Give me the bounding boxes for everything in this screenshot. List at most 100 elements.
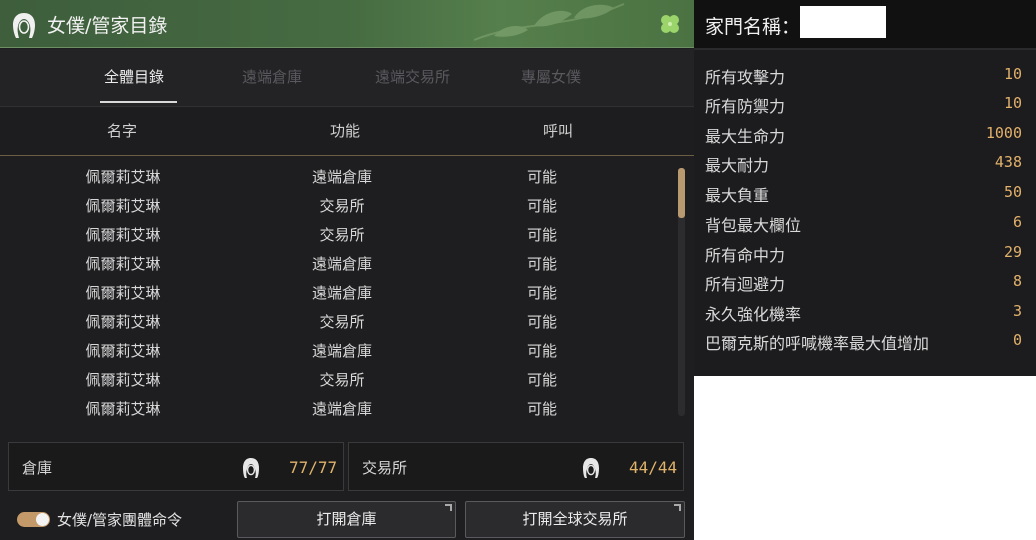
open-global-market-label: 打開全球交易所: [522, 510, 628, 528]
stat-row: 所有防禦力 10: [694, 88, 1036, 118]
leaf-decoration: [473, 3, 625, 41]
stat-name: 永久強化機率: [705, 305, 802, 324]
maid-name: 佩爾莉艾琳: [85, 197, 161, 215]
maid-list: 佩爾莉艾琳 遠端倉庫 可能 佩爾莉艾琳 交易所 可能 佩爾莉艾琳 交易所 可能 …: [0, 160, 694, 430]
maid-icon: [243, 458, 259, 478]
maid-function: 遠端倉庫: [311, 284, 373, 302]
maid-call-status: 可能: [526, 168, 558, 186]
stat-name: 最大耐力: [705, 156, 770, 175]
stat-row: 最大生命力 1000: [694, 118, 1036, 148]
stat-row: 最大耐力 438: [694, 147, 1036, 177]
divider: [694, 48, 1036, 50]
table-row[interactable]: 佩爾莉艾琳 交易所 可能: [0, 306, 670, 335]
stat-value: 1000: [985, 124, 1022, 142]
maid-call-status: 可能: [526, 371, 558, 389]
maid-function: 交易所: [319, 226, 365, 244]
tab-all-catalog[interactable]: 全體目錄: [104, 66, 164, 87]
maid-function: 遠端倉庫: [311, 255, 373, 273]
table-row[interactable]: 佩爾莉艾琳 交易所 可能: [0, 190, 670, 219]
stat-name: 最大生命力: [705, 127, 786, 146]
column-header-call: 呼叫: [542, 122, 574, 140]
stat-value: 29: [1003, 243, 1022, 261]
maid-icon: [583, 458, 599, 478]
warehouse-count-box: 倉庫 77/77: [8, 442, 344, 491]
family-name-redacted: [800, 6, 886, 38]
group-command-toggle[interactable]: [17, 512, 50, 527]
stat-name: 巴爾克斯的呼喊機率最大值增加: [705, 334, 930, 353]
maid-name: 佩爾莉艾琳: [85, 255, 161, 273]
external-link-icon: [445, 504, 452, 511]
market-count-label: 交易所: [362, 459, 408, 477]
market-count-box: 交易所 44/44: [348, 442, 684, 491]
maid-call-status: 可能: [526, 313, 558, 331]
table-row[interactable]: 佩爾莉艾琳 遠端倉庫 可能: [0, 161, 670, 190]
stat-name: 背包最大欄位: [705, 216, 802, 235]
maid-function: 遠端倉庫: [311, 400, 373, 418]
family-stats-panel: 家門名稱： 所有攻擊力 10 所有防禦力 10 最大生命力 1000 最大耐力 …: [694, 0, 1036, 376]
maid-call-status: 可能: [526, 226, 558, 244]
tab-bar: 全體目錄 遠端倉庫 遠端交易所 專屬女僕: [0, 49, 694, 107]
maid-name: 佩爾莉艾琳: [85, 226, 161, 244]
maid-icon: [13, 13, 35, 38]
maid-call-status: 可能: [526, 342, 558, 360]
tab-remote-warehouse[interactable]: 遠端倉庫: [242, 66, 302, 87]
stat-row: 背包最大欄位 6: [694, 207, 1036, 237]
maid-function: 遠端倉庫: [311, 342, 373, 360]
maid-function: 交易所: [319, 313, 365, 331]
maid-call-status: 可能: [526, 197, 558, 215]
tab-remote-market[interactable]: 遠端交易所: [375, 66, 450, 87]
maid-function: 遠端倉庫: [311, 168, 373, 186]
column-header-name: 名字: [106, 122, 138, 140]
maid-function: 交易所: [319, 197, 365, 215]
family-name-label: 家門名稱：: [705, 16, 801, 38]
stat-value: 10: [1003, 65, 1022, 83]
stat-name: 所有防禦力: [705, 97, 786, 116]
group-command-label: 女僕/管家團體命令: [57, 511, 183, 529]
maid-name: 佩爾莉艾琳: [85, 342, 161, 360]
warehouse-count-label: 倉庫: [22, 459, 53, 477]
stat-row: 最大負重 50: [694, 177, 1036, 207]
maid-name: 佩爾莉艾琳: [85, 168, 161, 186]
window-title: 女僕/管家目錄: [47, 15, 168, 37]
scrollbar-thumb[interactable]: [678, 168, 685, 218]
stat-value: 8: [1012, 272, 1022, 290]
clover-icon[interactable]: [658, 12, 682, 36]
column-header-function: 功能: [329, 122, 361, 140]
open-warehouse-label: 打開倉庫: [316, 510, 377, 528]
open-warehouse-button[interactable]: 打開倉庫: [237, 501, 456, 538]
window-header: 女僕/管家目錄: [0, 0, 694, 48]
table-row[interactable]: 佩爾莉艾琳 交易所 可能: [0, 364, 670, 393]
table-row[interactable]: 佩爾莉艾琳 遠端倉庫 可能: [0, 277, 670, 306]
maid-name: 佩爾莉艾琳: [85, 284, 161, 302]
stat-row: 巴爾克斯的呼喊機率最大值增加 0: [694, 325, 1036, 355]
stat-row: 所有迴避力 8: [694, 266, 1036, 296]
maid-name: 佩爾莉艾琳: [85, 371, 161, 389]
market-count-value: 44/44: [629, 458, 678, 477]
stat-row: 永久強化機率 3: [694, 296, 1036, 326]
tab-exclusive-maid[interactable]: 專屬女僕: [521, 66, 581, 87]
stat-name: 所有攻擊力: [705, 68, 786, 87]
maid-name: 佩爾莉艾琳: [85, 313, 161, 331]
stat-value: 3: [1012, 302, 1022, 320]
maid-catalog-window: 女僕/管家目錄 全體目錄 遠端倉庫 遠端交易所 專屬女僕 名字 功能 呼叫 佩爾…: [0, 0, 694, 540]
maid-function: 交易所: [319, 371, 365, 389]
table-row[interactable]: 佩爾莉艾琳 交易所 可能: [0, 219, 670, 248]
warehouse-count-value: 77/77: [289, 458, 338, 477]
maid-call-status: 可能: [526, 255, 558, 273]
stat-row: 所有攻擊力 10: [694, 59, 1036, 89]
list-scrollbar[interactable]: [678, 168, 685, 416]
table-row[interactable]: 佩爾莉艾琳 遠端倉庫 可能: [0, 393, 670, 422]
stat-value: 0: [1012, 331, 1022, 349]
open-global-market-button[interactable]: 打開全球交易所: [465, 501, 685, 538]
stat-value: 10: [1003, 94, 1022, 112]
toggle-knob: [36, 513, 49, 526]
family-name-header: 家門名稱：: [694, 0, 1036, 48]
stat-value: 438: [994, 153, 1022, 171]
table-row[interactable]: 佩爾莉艾琳 遠端倉庫 可能: [0, 335, 670, 364]
maid-name: 佩爾莉艾琳: [85, 400, 161, 418]
stat-name: 所有迴避力: [705, 275, 786, 294]
stat-value: 6: [1012, 213, 1022, 231]
stat-value: 50: [1003, 183, 1022, 201]
table-row[interactable]: 佩爾莉艾琳 遠端倉庫 可能: [0, 248, 670, 277]
stat-name: 所有命中力: [705, 246, 786, 265]
